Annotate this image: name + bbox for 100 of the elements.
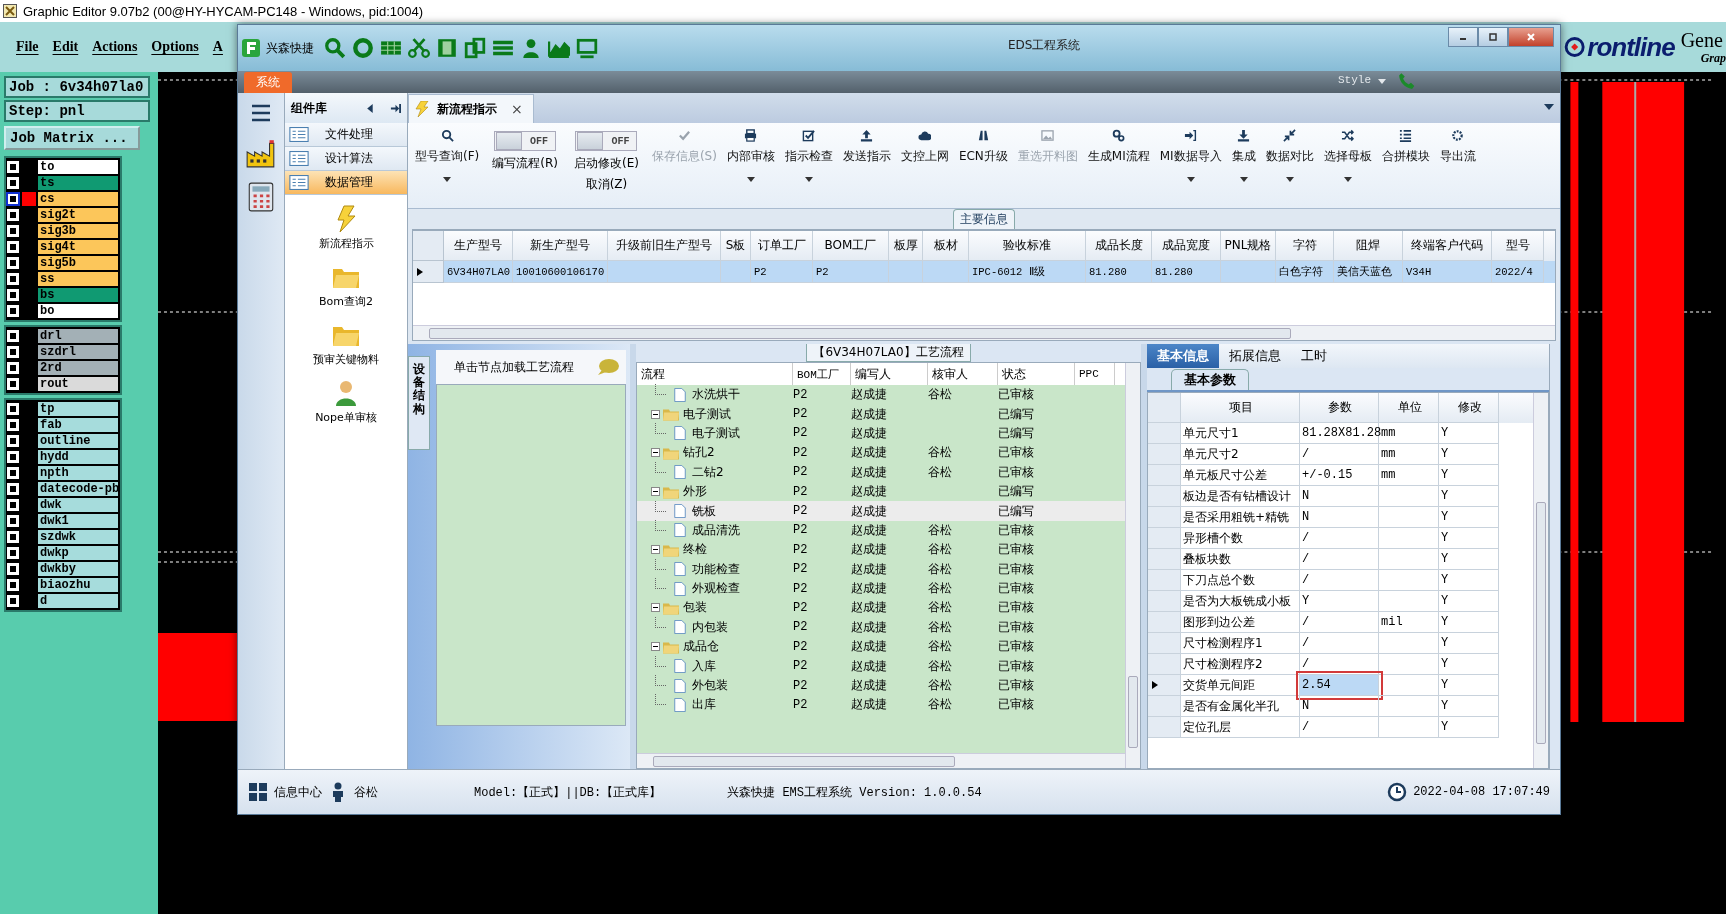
layer-checkbox[interactable]	[8, 548, 18, 558]
ribbon-button[interactable]: 选择母板	[1318, 127, 1377, 184]
layer-checkbox[interactable]	[8, 162, 18, 172]
category-item[interactable]: 设计算法	[285, 147, 407, 171]
menu-item[interactable]: Edit	[52, 39, 79, 55]
tree-row[interactable]: 二钻2 P2 赵成捷 谷松 已审核	[637, 462, 1126, 482]
side-tab[interactable]: 设备结构	[408, 356, 430, 450]
close-button[interactable]	[1508, 27, 1554, 47]
layer-name[interactable]: ss	[38, 272, 118, 286]
table-row[interactable]: 尺寸检测程序1 / Y	[1148, 633, 1534, 654]
collapse-icon[interactable]	[651, 642, 660, 652]
layer-name[interactable]: dwk1	[38, 514, 118, 528]
column-header[interactable]: 流程	[637, 363, 793, 385]
column-header[interactable]: PPC	[1075, 363, 1115, 385]
layer-name[interactable]: biaozhu	[38, 578, 118, 592]
tool-item[interactable]: Bom查询2	[319, 263, 373, 309]
ribbon-button[interactable]: 指示检查	[779, 127, 838, 184]
copy-icon[interactable]	[464, 37, 486, 59]
tree-row[interactable]: 电子测试 P2 赵成捷 已编写	[637, 423, 1126, 444]
column-header[interactable]: 项目	[1181, 393, 1300, 423]
tree-row[interactable]: 外形 P2 赵成捷 已编写	[637, 481, 1126, 502]
ribbon-button[interactable]: 数据对比	[1260, 127, 1319, 184]
row-header[interactable]	[413, 261, 444, 283]
lifebuoy-icon[interactable]	[352, 37, 374, 59]
layer-checkbox[interactable]	[8, 258, 18, 268]
tree-row[interactable]: 内包装 P2 赵成捷 谷松 已审核	[637, 617, 1126, 638]
menu-item[interactable]: A	[212, 39, 223, 55]
layer-name[interactable]: 2rd	[38, 361, 118, 375]
grid-icon[interactable]	[248, 782, 268, 802]
layer-checkbox[interactable]	[8, 500, 18, 510]
search-icon[interactable]	[324, 37, 346, 59]
layer-checkbox[interactable]	[8, 210, 18, 220]
layer-checkbox[interactable]	[8, 306, 18, 316]
table-row[interactable]: 定位孔层 / Y	[1148, 717, 1534, 738]
category-item[interactable]: 数据管理	[285, 171, 407, 195]
tree-row[interactable]: 包装 P2 赵成捷 谷松 已审核	[637, 598, 1126, 618]
tab[interactable]: 基本信息	[1147, 344, 1219, 368]
job-matrix-button[interactable]: Job Matrix ...	[4, 126, 140, 150]
ribbon-button[interactable]: 集成	[1226, 127, 1261, 184]
layer-name[interactable]: sig4t	[38, 240, 118, 254]
sub-tab[interactable]: 基本参数	[1171, 369, 1249, 390]
layer-name[interactable]: dwk	[38, 498, 118, 512]
menu-item[interactable]: Actions	[92, 39, 138, 55]
layer-checkbox[interactable]	[8, 532, 18, 542]
layer-name[interactable]: ts	[38, 176, 118, 190]
factory-icon[interactable]	[245, 137, 277, 169]
table-row[interactable]: 图形到边公差 / mil Y	[1148, 612, 1534, 633]
layer-name[interactable]: sig2t	[38, 208, 118, 222]
layer-name[interactable]: bo	[38, 304, 118, 318]
column-header[interactable]: 参数	[1300, 393, 1379, 423]
category-item[interactable]: 文件处理	[285, 123, 407, 147]
table-row[interactable]: 6V34H07LA0 10010600106170 P2 P2 IPC-6012 Ⅱ级 81.280 81.280 白色字符 美信天蓝色 V34H 2022/4	[413, 261, 1555, 283]
column-header[interactable]: 编写人	[851, 363, 928, 385]
layer-name[interactable]: datecode-pb	[38, 482, 118, 496]
layer-checkbox[interactable]	[8, 404, 18, 414]
maximize-button[interactable]	[1478, 27, 1508, 47]
ribbon-button[interactable]: 内部审核	[721, 127, 780, 184]
tree-row[interactable]: 终检 P2 赵成捷 谷松 已审核	[637, 540, 1126, 560]
tab[interactable]: 工时	[1291, 344, 1337, 368]
horizontal-scrollbar[interactable]	[637, 753, 1126, 768]
layer-checkbox[interactable]	[8, 580, 18, 590]
tool-item[interactable]: 新流程指示	[318, 205, 374, 251]
layer-checkbox[interactable]	[8, 379, 18, 389]
ribbon-button[interactable]: 文控上网	[895, 127, 954, 167]
layer-name[interactable]: tp	[38, 402, 118, 416]
info-center-link[interactable]: 信息中心	[274, 783, 322, 801]
tree-row[interactable]: 入库 P2 赵成捷 谷松 已审核	[637, 656, 1126, 676]
tree-row[interactable]: 成品清洗 P2 赵成捷 谷松 已审核	[637, 520, 1126, 541]
table-row[interactable]: 下刀点总个数 / Y	[1148, 570, 1534, 591]
ribbon-button[interactable]: 发送指示	[837, 127, 896, 167]
layer-name[interactable]: npth	[38, 466, 118, 480]
layer-checkbox[interactable]	[8, 596, 18, 606]
vertical-scrollbar[interactable]	[1533, 393, 1548, 768]
ribbon-button[interactable]: ECN升级	[953, 127, 1013, 167]
tab[interactable]: 拓展信息	[1219, 344, 1291, 368]
layer-checkbox[interactable]	[8, 331, 18, 341]
layer-checkbox[interactable]	[8, 484, 18, 494]
table-row[interactable]: 板边是否有钻槽设计 N Y	[1148, 486, 1534, 507]
table-row[interactable]: 异形槽个数 / Y	[1148, 528, 1534, 549]
tree-row[interactable]: 铣板 P2 赵成捷 已编写	[637, 501, 1126, 521]
tree-row[interactable]: 出库 P2 赵成捷 谷松 已审核	[637, 695, 1126, 715]
toggle-switch[interactable]: OFF	[575, 131, 638, 151]
column-header[interactable]: 状态	[998, 363, 1075, 385]
menu-item[interactable]: Options	[151, 39, 199, 55]
column-header[interactable]: BOM工厂	[793, 363, 851, 385]
collapse-icon[interactable]	[651, 409, 660, 419]
layer-name[interactable]: bs	[38, 288, 118, 302]
film-icon[interactable]	[436, 37, 458, 59]
collapse-icon[interactable]	[651, 603, 660, 613]
layer-name[interactable]: outline	[38, 434, 118, 448]
scissors-icon[interactable]	[408, 37, 430, 59]
tree-row[interactable]: 外包装 P2 赵成捷 谷松 已审核	[637, 675, 1126, 696]
tree-row[interactable]: 钻孔2 P2 赵成捷 谷松 已审核	[637, 443, 1126, 463]
table-row[interactable]: 是否采用粗铣+精铣 N Y	[1148, 507, 1534, 528]
tree-row[interactable]: 成品仓 P2 赵成捷 谷松 已审核	[637, 637, 1126, 657]
layer-name[interactable]: szdrl	[38, 345, 118, 359]
layer-checkbox[interactable]	[8, 194, 18, 204]
layer-name[interactable]: rout	[38, 377, 118, 391]
table-row[interactable]: 单元板尺寸公差 +/-0.15 mm Y	[1148, 465, 1534, 486]
layer-name[interactable]: dwkp	[38, 546, 118, 560]
